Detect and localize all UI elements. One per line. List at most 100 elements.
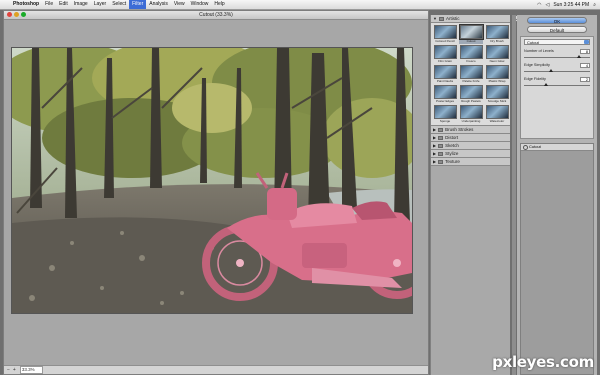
- menu-bar: Photoshop File Edit Image Layer Select F…: [0, 0, 600, 10]
- document-title: Cutout (33.3%): [199, 12, 233, 18]
- filter-thumb-sponge[interactable]: Sponge: [433, 105, 457, 124]
- watermark-logo: pxleyes.com: [492, 353, 594, 371]
- category-artistic[interactable]: ▼ Artistic: [431, 15, 510, 23]
- thumbnail-image: [485, 105, 509, 119]
- filter-label: Film Grain: [438, 59, 452, 63]
- disclosure-closed-icon: ▶: [433, 151, 437, 156]
- volume-icon[interactable]: ◁: [545, 2, 549, 8]
- filter-thumb-poster-edges[interactable]: Poster Edges: [433, 85, 457, 104]
- thumbnail-image: [459, 105, 483, 119]
- category-sketch[interactable]: ▶ Sketch: [431, 142, 510, 150]
- thumbnail-image: [485, 85, 509, 99]
- thumbnail-image: [485, 45, 509, 59]
- effect-layers-list: Cutout: [520, 143, 594, 375]
- category-label: Texture: [445, 159, 460, 164]
- param-value-field[interactable]: 2: [580, 77, 590, 82]
- thumbnail-image: [459, 85, 483, 99]
- slider-track[interactable]: [524, 71, 590, 72]
- filter-select[interactable]: Cutout: [524, 39, 590, 45]
- spotlight-icon[interactable]: ⌕: [593, 2, 596, 8]
- param-edge-simplicity: Edge Simplicity 4: [524, 63, 590, 75]
- category-label: Distort: [445, 135, 459, 140]
- category-label: Brush Strokes: [445, 127, 474, 132]
- zoom-field[interactable]: 33.3%: [19, 366, 43, 374]
- document-status-bar: − + 33.3%: [4, 365, 428, 374]
- disclosure-closed-icon: ▶: [433, 127, 437, 132]
- menu-filter[interactable]: Filter: [129, 0, 147, 9]
- filter-thumb-smudge-stick[interactable]: Smudge Stick: [485, 85, 509, 104]
- menu-analysis[interactable]: Analysis: [146, 0, 171, 9]
- filter-thumb-palette-knife[interactable]: Palette Knife: [459, 65, 483, 84]
- filter-thumb-underpainting[interactable]: Underpainting: [459, 105, 483, 124]
- filter-label: Watercolor: [489, 119, 505, 123]
- slider-track[interactable]: [524, 85, 590, 86]
- folder-icon: [438, 143, 444, 148]
- disclosure-closed-icon: ▶: [433, 159, 437, 164]
- menu-help[interactable]: Help: [211, 0, 227, 9]
- window-controls: [7, 12, 26, 17]
- menu-clock[interactable]: Sun 3:25 44 PM: [553, 2, 589, 8]
- wifi-icon[interactable]: ◠: [537, 2, 541, 8]
- folder-icon: [438, 151, 444, 156]
- effect-layer-row[interactable]: Cutout: [521, 144, 593, 151]
- category-texture[interactable]: ▶ Texture: [431, 158, 510, 166]
- menu-app[interactable]: Photoshop: [10, 0, 42, 9]
- filter-thumb-rough-pastels[interactable]: Rough Pastels: [459, 85, 483, 104]
- filter-thumb-watercolor[interactable]: Watercolor: [485, 105, 509, 124]
- filter-label: Plastic Wrap: [488, 79, 506, 83]
- category-label: Artistic: [445, 16, 460, 21]
- param-label: Edge Simplicity: [524, 63, 550, 67]
- filter-label: Poster Edges: [435, 99, 454, 103]
- filter-label: Neon Glow: [489, 59, 505, 63]
- zoom-out-icon[interactable]: −: [7, 367, 10, 373]
- thumbnail-image: [459, 45, 483, 59]
- slider-knob[interactable]: [544, 83, 549, 86]
- default-button[interactable]: Default: [527, 26, 587, 33]
- eye-icon[interactable]: [523, 145, 528, 150]
- ok-button[interactable]: OK: [527, 17, 587, 24]
- filter-thumb-plastic-wrap[interactable]: Plastic Wrap: [485, 65, 509, 84]
- menu-extras: ◠ ◁ Sun 3:25 44 PM ⌕: [537, 2, 600, 8]
- slider-knob[interactable]: [548, 69, 553, 72]
- thumbnail-image: [433, 25, 457, 39]
- folder-icon: [438, 159, 444, 164]
- filter-settings-panel: OK Default Cutout Number of Levels 8 Edg…: [517, 15, 597, 375]
- chevron-down-icon: [584, 40, 589, 44]
- menu-file[interactable]: File: [42, 0, 56, 9]
- filter-label: Smudge Stick: [487, 99, 507, 103]
- menu-layer[interactable]: Layer: [91, 0, 110, 9]
- category-brush-strokes[interactable]: ▶ Brush Strokes: [431, 126, 510, 134]
- slider-knob[interactable]: [577, 55, 582, 58]
- filter-options-box: Cutout Number of Levels 8 Edge Simplicit…: [520, 36, 594, 139]
- category-label: Sketch: [445, 143, 459, 148]
- filter-thumb-colored-pencil[interactable]: Colored Pencil: [433, 25, 457, 44]
- menu-select[interactable]: Select: [109, 0, 129, 9]
- filter-thumb-film-grain[interactable]: Film Grain: [433, 45, 457, 64]
- menu-image[interactable]: Image: [71, 0, 91, 9]
- zoom-icon[interactable]: [21, 12, 26, 17]
- category-distort[interactable]: ▶ Distort: [431, 134, 510, 142]
- gallery-scrollbar[interactable]: [512, 15, 516, 375]
- minimize-icon[interactable]: [14, 12, 19, 17]
- disclosure-closed-icon: ▶: [433, 143, 437, 148]
- param-value-field[interactable]: 8: [580, 49, 590, 54]
- filter-thumb-neon-glow[interactable]: Neon Glow: [485, 45, 509, 64]
- filter-thumb-fresco[interactable]: Fresco: [459, 45, 483, 64]
- category-stylize[interactable]: ▶ Stylize: [431, 150, 510, 158]
- close-icon[interactable]: [7, 12, 12, 17]
- param-value-field[interactable]: 4: [580, 63, 590, 68]
- document-titlebar[interactable]: Cutout (33.3%): [4, 11, 428, 20]
- menu-window[interactable]: Window: [188, 0, 212, 9]
- filter-label: Colored Pencil: [435, 39, 455, 43]
- disclosure-open-icon: ▼: [433, 16, 437, 21]
- menu-view[interactable]: View: [171, 0, 188, 9]
- filter-gallery-panel: ▲ ▼ Artistic Colored Pencil Cutout Dry B…: [430, 15, 519, 375]
- thumbnail-image: [433, 105, 457, 119]
- zoom-in-icon[interactable]: +: [13, 367, 16, 373]
- menu-edit[interactable]: Edit: [56, 0, 71, 9]
- effect-layer-label: Cutout: [529, 144, 541, 149]
- filter-thumb-cutout[interactable]: Cutout: [458, 24, 484, 44]
- filter-thumb-dry-brush[interactable]: Dry Brush: [485, 25, 509, 44]
- filter-thumb-paint-daubs[interactable]: Paint Daubs: [433, 65, 457, 84]
- filter-preview-image[interactable]: [12, 48, 412, 313]
